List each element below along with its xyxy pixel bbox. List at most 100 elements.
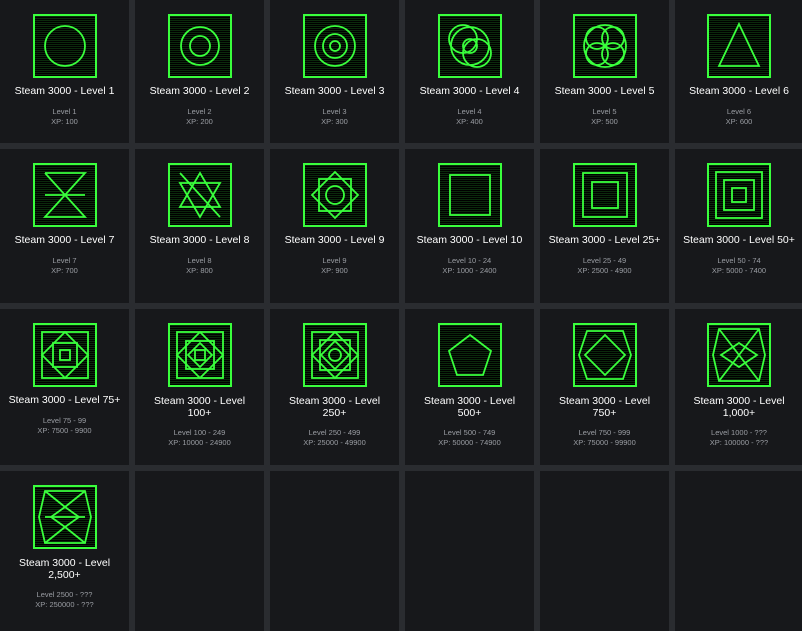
badge-level-range: Level 100 - 249 bbox=[173, 428, 226, 437]
empty-badge-slot bbox=[405, 471, 534, 631]
badge-card[interactable]: Steam 3000 - Level 100+ Level 100 - 249 XP:… bbox=[135, 309, 264, 465]
badge-level-range: Level 500 - 749 bbox=[443, 428, 496, 437]
diamond-circle-badge-icon bbox=[302, 323, 367, 387]
triple-square-badge-icon bbox=[707, 163, 771, 227]
square-badge-icon bbox=[437, 163, 502, 227]
badge-xp-range: XP: 2500 - 4900 bbox=[577, 266, 632, 275]
badge-xp-range: XP: 400 bbox=[456, 117, 483, 126]
badge-xp-range: XP: 200 bbox=[186, 117, 213, 126]
badge-level-range: Level 3 bbox=[322, 107, 347, 116]
four-circles-badge-icon bbox=[572, 14, 637, 78]
triple-circle-badge-icon bbox=[302, 14, 367, 78]
badge-card[interactable]: Steam 3000 - Level 25+ Level 25 - 49 XP: 2… bbox=[540, 149, 669, 303]
badge-card[interactable]: Steam 3000 - Level 1,000+ Level 1000 - ???… bbox=[675, 309, 802, 465]
badge-card[interactable]: Steam 3000 - Level 75+ Level 75 - 99 XP: 7… bbox=[0, 309, 129, 465]
badge-xp-range: XP: 800 bbox=[186, 266, 213, 275]
badge-title: Steam 3000 - Level 2,500+ bbox=[18, 557, 111, 581]
badge-xp-range: XP: 1000 - 2400 bbox=[442, 266, 497, 275]
triangle-badge-icon bbox=[707, 14, 771, 78]
badge-card[interactable]: Steam 3000 - Level 4 Level 4 XP: 400 bbox=[405, 0, 534, 143]
badge-level-range: Level 1000 - ??? bbox=[711, 428, 767, 437]
badge-level-range: Level 250 - 499 bbox=[308, 428, 361, 437]
badge-level-range: Level 10 - 24 bbox=[447, 256, 492, 265]
star-of-david-badge-icon bbox=[167, 163, 232, 227]
badge-card[interactable]: Steam 3000 - Level 9 Level 9 XP: 900 bbox=[270, 149, 399, 303]
hexagon-badge-icon bbox=[572, 323, 637, 387]
badge-level-range: Level 25 - 49 bbox=[582, 256, 627, 265]
badge-xp-range: XP: 25000 - 49900 bbox=[303, 438, 366, 447]
badge-card[interactable]: Steam 3000 - Level 250+ Level 250 - 499 XP:… bbox=[270, 309, 399, 465]
badge-title: Steam 3000 - Level 6 bbox=[689, 85, 789, 97]
badge-card[interactable]: Steam 3000 - Level 2 Level 2 XP: 200 bbox=[135, 0, 264, 143]
badge-level-range: Level 2 bbox=[187, 107, 212, 116]
badge-title: Steam 3000 - Level 1,000+ bbox=[693, 395, 785, 419]
badge-level-range: Level 75 - 99 bbox=[42, 416, 87, 425]
badge-title: Steam 3000 - Level 25+ bbox=[548, 234, 661, 246]
badge-level-range: Level 2500 - ??? bbox=[36, 590, 93, 599]
hourglass-badge-icon bbox=[32, 163, 97, 227]
badge-card[interactable]: Steam 3000 - Level 500+ Level 500 - 749 XP:… bbox=[405, 309, 534, 465]
badge-card[interactable]: Steam 3000 - Level 7 Level 7 XP: 700 bbox=[0, 149, 129, 303]
badge-xp-range: XP: 100 bbox=[51, 117, 78, 126]
badge-card[interactable]: Steam 3000 - Level 50+ Level 50 - 74 XP: 5… bbox=[675, 149, 802, 303]
badge-level-range: Level 9 bbox=[322, 256, 347, 265]
badge-level-range: Level 8 bbox=[187, 256, 212, 265]
hexagon-cross-badge-icon bbox=[707, 323, 771, 387]
badge-card[interactable]: Steam 3000 - Level 5 Level 5 XP: 500 bbox=[540, 0, 669, 143]
badge-title: Steam 3000 - Level 250+ bbox=[288, 395, 381, 419]
badge-level-range: Level 7 bbox=[52, 256, 77, 265]
badge-title: Steam 3000 - Level 7 bbox=[14, 234, 115, 246]
badge-title: Steam 3000 - Level 3 bbox=[284, 85, 385, 97]
badge-xp-range: XP: 500 bbox=[591, 117, 618, 126]
badge-card[interactable]: Steam 3000 - Level 3 Level 3 XP: 300 bbox=[270, 0, 399, 143]
badge-xp-range: XP: 700 bbox=[51, 266, 78, 275]
badge-card[interactable]: Steam 3000 - Level 1 Level 1 XP: 100 bbox=[0, 0, 129, 143]
badge-xp-range: XP: 75000 - 99900 bbox=[573, 438, 636, 447]
double-circle-badge-icon bbox=[167, 14, 232, 78]
badge-title: Steam 3000 - Level 100+ bbox=[153, 395, 246, 419]
circle-badge-icon bbox=[32, 14, 97, 78]
badge-title: Steam 3000 - Level 2 bbox=[149, 85, 250, 97]
badge-xp-range: XP: 50000 - 74900 bbox=[438, 438, 501, 447]
badge-xp-range: XP: 100000 - ??? bbox=[709, 438, 769, 447]
badge-level-range: Level 50 - 74 bbox=[717, 256, 761, 265]
badge-title: Steam 3000 - Level 8 bbox=[149, 234, 250, 246]
empty-badge-slot bbox=[540, 471, 669, 631]
badge-title: Steam 3000 - Level 4 bbox=[419, 85, 520, 97]
badge-level-range: Level 1 bbox=[52, 107, 77, 116]
badge-level-range: Level 750 - 999 bbox=[578, 428, 631, 437]
pentagon-badge-icon bbox=[437, 323, 502, 387]
badge-title: Steam 3000 - Level 5 bbox=[554, 85, 655, 97]
badge-xp-range: XP: 250000 - ??? bbox=[35, 600, 94, 609]
eight-point-star-badge-icon bbox=[302, 163, 367, 227]
diamond-squares-2-badge-icon bbox=[167, 323, 232, 387]
badge-card[interactable]: Steam 3000 - Level 750+ Level 750 - 999 XP:… bbox=[540, 309, 669, 465]
badge-card[interactable]: Steam 3000 - Level 6 Level 6 XP: 600 bbox=[675, 0, 802, 143]
badge-xp-range: XP: 900 bbox=[321, 266, 348, 275]
diamond-squares-badge-icon bbox=[32, 323, 97, 387]
badge-xp-range: XP: 7500 - 9900 bbox=[37, 426, 92, 435]
badge-level-range: Level 6 bbox=[726, 107, 752, 116]
hexagon-diamond-badge-icon bbox=[32, 485, 97, 549]
badge-card[interactable]: Steam 3000 - Level 2,500+ Level 2500 - ???… bbox=[0, 471, 129, 631]
badge-title: Steam 3000 - Level 75+ bbox=[8, 394, 121, 406]
badge-title: Steam 3000 - Level 500+ bbox=[423, 395, 516, 419]
badge-card[interactable]: Steam 3000 - Level 10 Level 10 - 24 XP: 10… bbox=[405, 149, 534, 303]
overlapping-circles-badge-icon bbox=[437, 14, 502, 78]
double-square-badge-icon bbox=[572, 163, 637, 227]
badge-title: Steam 3000 - Level 10 bbox=[416, 234, 523, 246]
empty-badge-slot bbox=[135, 471, 264, 631]
empty-badge-slot bbox=[270, 471, 399, 631]
badge-title: Steam 3000 - Level 50+ bbox=[683, 234, 795, 246]
badge-xp-range: XP: 5000 - 7400 bbox=[711, 266, 767, 275]
badge-grid: Steam 3000 - Level 1 Level 1 XP: 100 Steam … bbox=[0, 0, 802, 631]
badge-card[interactable]: Steam 3000 - Level 8 Level 8 XP: 800 bbox=[135, 149, 264, 303]
empty-badge-slot bbox=[675, 471, 802, 631]
badge-title: Steam 3000 - Level 750+ bbox=[558, 395, 651, 419]
badge-title: Steam 3000 - Level 9 bbox=[284, 234, 385, 246]
badge-xp-range: XP: 600 bbox=[725, 117, 753, 126]
badge-level-range: Level 5 bbox=[592, 107, 617, 116]
badge-xp-range: XP: 300 bbox=[321, 117, 348, 126]
badge-xp-range: XP: 10000 - 24900 bbox=[168, 438, 231, 447]
badge-level-range: Level 4 bbox=[457, 107, 482, 116]
